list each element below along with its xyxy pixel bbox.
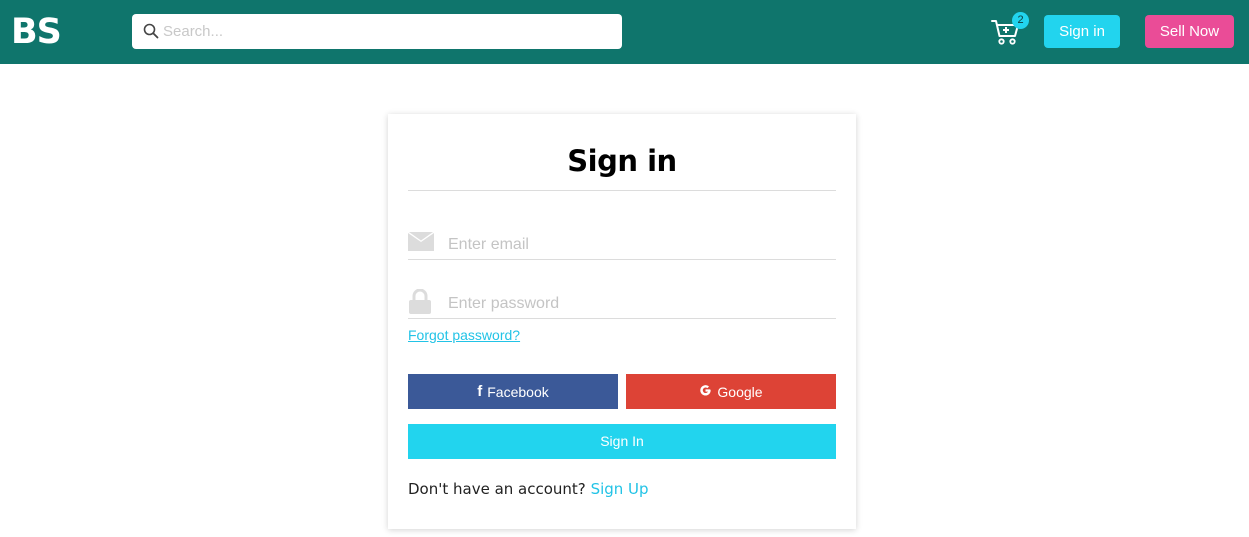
google-label: Google <box>717 383 763 400</box>
envelope-icon <box>408 232 434 257</box>
facebook-label: Facebook <box>487 383 549 400</box>
top-navbar: BS 2 Sign in Sell Now <box>0 0 1249 64</box>
forgot-password-link[interactable]: Forgot password? <box>408 327 520 343</box>
cart-button[interactable]: 2 <box>988 12 1032 52</box>
signin-submit-button[interactable]: Sign In <box>408 424 836 459</box>
signin-card: Sign in Forgot password? f Facebook <box>388 114 856 529</box>
title-divider <box>408 190 836 191</box>
signin-title: Sign in <box>567 144 677 178</box>
facebook-icon: f <box>477 383 483 400</box>
signin-nav-button[interactable]: Sign in <box>1044 15 1120 48</box>
signup-link[interactable]: Sign Up <box>591 480 649 498</box>
google-login-button[interactable]: Google <box>626 374 836 409</box>
search-bar[interactable] <box>132 14 622 49</box>
signup-prompt-line: Don't have an account? Sign Up <box>408 480 649 498</box>
search-input[interactable] <box>163 14 613 49</box>
email-field[interactable] <box>408 230 836 260</box>
google-icon <box>699 384 712 400</box>
cart-count-badge: 2 <box>1012 12 1029 29</box>
sell-now-button[interactable]: Sell Now <box>1145 15 1234 48</box>
logo[interactable]: BS <box>11 11 62 53</box>
search-icon <box>143 23 159 39</box>
password-input[interactable] <box>448 289 836 318</box>
facebook-login-button[interactable]: f Facebook <box>408 374 618 409</box>
signup-prompt-text: Don't have an account? <box>408 480 586 498</box>
email-input[interactable] <box>448 230 836 259</box>
password-field[interactable] <box>408 288 836 320</box>
lock-icon <box>408 288 432 320</box>
